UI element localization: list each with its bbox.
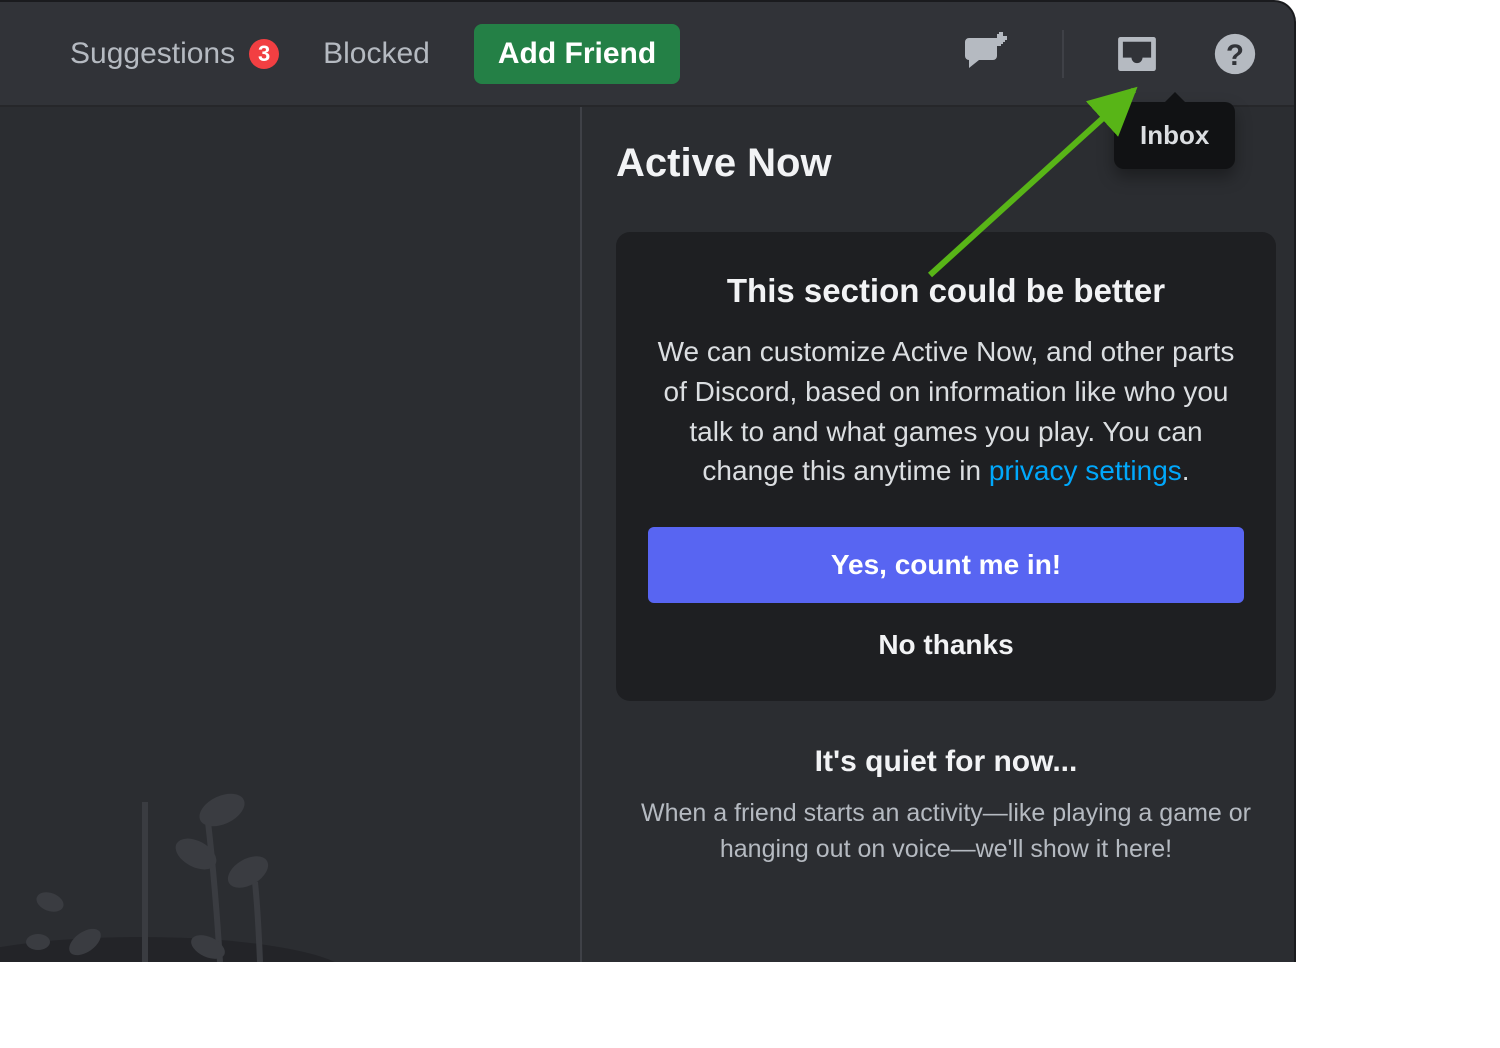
content-area: Active Now This section could be better … <box>0 107 1294 962</box>
toolbar-divider <box>1062 30 1064 78</box>
tab-suggestions[interactable]: Suggestions 3 <box>70 37 279 71</box>
app-window: Suggestions 3 Blocked Add Friend <box>0 0 1296 962</box>
optin-yes-button[interactable]: Yes, count me in! <box>648 527 1244 603</box>
tab-blocked-label: Blocked <box>323 37 430 71</box>
inbox-tooltip: Inbox <box>1114 102 1235 169</box>
inbox-tooltip-label: Inbox <box>1140 120 1209 150</box>
friends-list-pane <box>0 107 580 962</box>
quiet-block: It's quiet for now... When a friend star… <box>616 745 1276 867</box>
decorative-illustration <box>0 732 380 962</box>
active-now-pane: Active Now This section could be better … <box>580 107 1294 962</box>
new-group-dm-icon[interactable] <box>956 25 1014 83</box>
tab-suggestions-label: Suggestions <box>70 37 235 71</box>
privacy-settings-link[interactable]: privacy settings <box>989 455 1182 486</box>
card-heading: This section could be better <box>648 272 1244 310</box>
suggestions-badge: 3 <box>249 39 279 69</box>
friends-toolbar: Suggestions 3 Blocked Add Friend <box>0 2 1294 107</box>
friends-tabs: Suggestions 3 Blocked Add Friend <box>70 24 680 84</box>
help-icon[interactable]: ? <box>1206 25 1264 83</box>
tab-blocked[interactable]: Blocked <box>323 37 430 71</box>
active-now-optin-card: This section could be better We can cust… <box>616 232 1276 701</box>
optin-no-button[interactable]: No thanks <box>648 603 1244 669</box>
inbox-icon[interactable] <box>1108 25 1166 83</box>
card-body-suffix: . <box>1182 455 1190 486</box>
card-body: We can customize Active Now, and other p… <box>648 332 1244 491</box>
add-friend-label: Add Friend <box>498 37 656 70</box>
quiet-title: It's quiet for now... <box>632 745 1260 779</box>
toolbar-right: ? <box>956 25 1264 83</box>
quiet-body: When a friend starts an activity—like pl… <box>632 795 1260 867</box>
add-friend-button[interactable]: Add Friend <box>474 24 680 84</box>
svg-text:?: ? <box>1226 39 1244 72</box>
